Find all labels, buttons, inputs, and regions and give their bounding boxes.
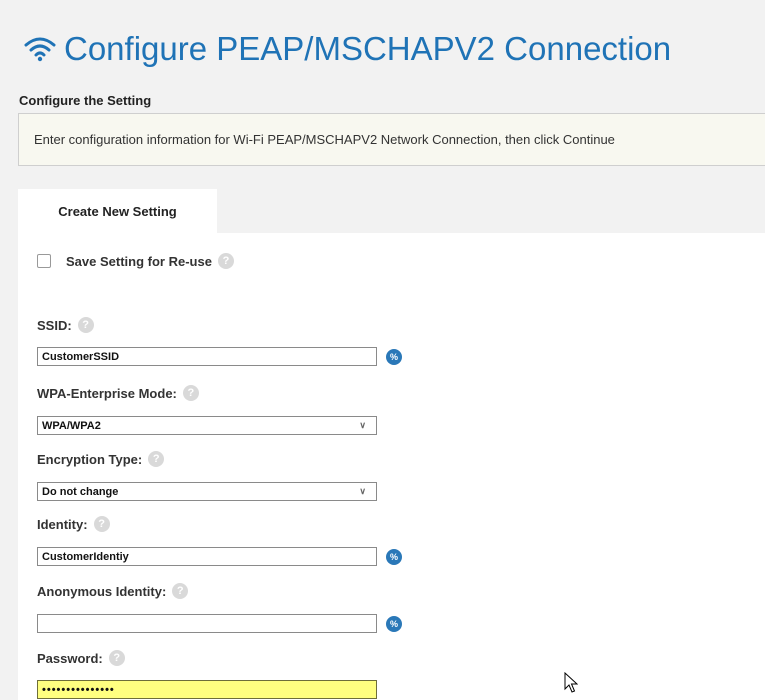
encryption-label-row: Encryption Type: ? [37, 450, 165, 468]
help-icon[interactable]: ? [93, 516, 110, 532]
wpa-mode-label-row: WPA-Enterprise Mode: ? [37, 384, 199, 402]
wifi-icon [24, 37, 56, 62]
anon-identity-label: Anonymous Identity: [37, 583, 167, 599]
page-title: Configure PEAP/MSCHAPV2 Connection [24, 26, 671, 72]
tab-label: Create New Setting [58, 203, 177, 219]
variable-icon[interactable]: % [386, 349, 402, 365]
help-icon[interactable]: ? [148, 451, 165, 467]
encryption-label: Encryption Type: [37, 451, 143, 467]
identity-label: Identity: [37, 516, 88, 532]
password-label: Password: [37, 650, 103, 666]
encryption-select[interactable]: Do not change ∨ [37, 482, 377, 501]
chevron-down-icon: ∨ [359, 486, 366, 496]
variable-icon[interactable]: % [386, 616, 402, 632]
section-label: Configure the Setting [19, 93, 152, 108]
help-icon[interactable]: ? [172, 583, 189, 599]
help-icon[interactable]: ? [217, 253, 234, 269]
identity-label-row: Identity: ? [37, 515, 110, 533]
password-input[interactable] [37, 680, 377, 699]
instruction-text: Enter configuration information for Wi-F… [34, 132, 615, 147]
password-label-row: Password: ? [37, 649, 125, 667]
mouse-pointer-icon [564, 672, 578, 693]
instruction-box: Enter configuration information for Wi-F… [18, 113, 765, 166]
chevron-down-icon: ∨ [359, 420, 366, 430]
help-icon[interactable]: ? [182, 385, 199, 401]
ssid-label: SSID: [37, 317, 72, 333]
anon-identity-input[interactable] [37, 614, 377, 633]
wpa-mode-select[interactable]: WPA/WPA2 ∨ [37, 416, 377, 435]
save-setting-row: Save Setting for Re-use ? [37, 253, 234, 269]
help-icon[interactable]: ? [108, 650, 125, 666]
wpa-mode-label: WPA-Enterprise Mode: [37, 385, 177, 401]
save-setting-label: Save Setting for Re-use [66, 253, 212, 269]
ssid-input[interactable] [37, 347, 377, 366]
anon-identity-label-row: Anonymous Identity: ? [37, 582, 189, 600]
form-panel: Save Setting for Re-use ? SSID: ? % WPA-… [18, 233, 765, 700]
encryption-value: Do not change [42, 485, 119, 498]
save-setting-checkbox[interactable] [37, 254, 51, 268]
page-title-text: Configure PEAP/MSCHAPV2 Connection [64, 30, 672, 67]
ssid-label-row: SSID: ? [37, 316, 94, 334]
variable-icon[interactable]: % [386, 549, 402, 565]
identity-input[interactable] [37, 547, 377, 566]
tab-create-new-setting[interactable]: Create New Setting [18, 189, 217, 233]
help-icon[interactable]: ? [77, 317, 94, 333]
wpa-mode-value: WPA/WPA2 [42, 419, 101, 432]
